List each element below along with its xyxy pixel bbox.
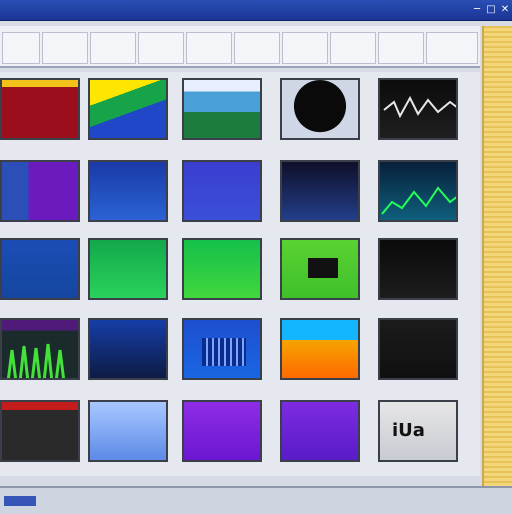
keyboard-icon [202, 338, 246, 366]
tile-caption [280, 304, 360, 312]
thumbnail-tile[interactable] [182, 318, 262, 380]
vertical-ruler[interactable] [482, 26, 512, 486]
thumbnail-tile[interactable] [378, 78, 458, 140]
thumbnail-tile[interactable] [182, 160, 262, 222]
color-block-icon [282, 320, 358, 340]
tile-caption [280, 226, 360, 234]
thumbnail-tile[interactable] [0, 78, 80, 140]
waveform-icon [383, 95, 456, 119]
thumbnail-tile[interactable] [182, 400, 262, 462]
tile-caption [378, 384, 458, 392]
thumbnail-tile[interactable] [88, 318, 168, 380]
tile-caption [182, 304, 262, 312]
tile-caption [280, 384, 360, 392]
toolbar-cell[interactable] [282, 32, 328, 64]
tile-overlay-text: iUa [392, 420, 425, 441]
thumbnail-tile[interactable] [280, 160, 360, 222]
minimize-icon[interactable]: ─ [470, 3, 484, 16]
toolbar-cell[interactable] [330, 32, 376, 64]
thumbnail-tile[interactable] [88, 78, 168, 140]
thumbnail-tile[interactable] [182, 78, 262, 140]
close-icon[interactable]: ✕ [498, 3, 512, 16]
thumbnail-tile[interactable] [280, 238, 360, 300]
grass-icon [6, 343, 66, 378]
toolbar [0, 26, 480, 68]
thumbnail-grid: iUa [0, 72, 480, 476]
tile-caption [280, 144, 360, 152]
thumbnail-tile[interactable] [378, 238, 458, 300]
thumbnail-tile[interactable]: iUa [378, 400, 458, 462]
thumbnail-tile[interactable] [280, 78, 360, 140]
tile-caption [378, 226, 458, 234]
tile-caption [0, 226, 80, 234]
tile-caption [88, 304, 168, 312]
tile-caption [0, 144, 80, 152]
tile-caption [182, 384, 262, 392]
maximize-icon[interactable]: □ [484, 3, 498, 16]
tile-caption [88, 226, 168, 234]
tile-caption [88, 384, 168, 392]
toolbar-cell[interactable] [138, 32, 184, 64]
tile-caption [182, 226, 262, 234]
thumbnail-tile[interactable] [182, 238, 262, 300]
toolbar-cell[interactable] [426, 32, 478, 64]
tile-caption [0, 304, 80, 312]
tile-caption [88, 144, 168, 152]
status-indicator [4, 496, 36, 506]
tile-caption [378, 304, 458, 312]
thumbnail-tile[interactable] [378, 160, 458, 222]
toolbar-cell[interactable] [90, 32, 136, 64]
tile-caption [0, 384, 80, 392]
toolbar-cell[interactable] [378, 32, 424, 64]
thumbnail-tile[interactable] [280, 318, 360, 380]
thumbnail-tile[interactable] [280, 400, 360, 462]
thumbnail-tile[interactable] [0, 318, 80, 380]
tile-caption [378, 144, 458, 152]
toolbar-cell[interactable] [42, 32, 88, 64]
thumbnail-tile[interactable] [0, 400, 80, 462]
graph-icon [381, 186, 456, 215]
status-bar [0, 486, 512, 514]
thumbnail-tile[interactable] [88, 238, 168, 300]
thumbnail-tile[interactable] [88, 160, 168, 222]
toolbar-cell[interactable] [2, 32, 40, 64]
thumbnail-tile[interactable] [88, 400, 168, 462]
thumbnail-tile[interactable] [378, 318, 458, 380]
toolbar-cell[interactable] [186, 32, 232, 64]
title-bar: ─ □ ✕ [0, 0, 512, 21]
toolbar-cell[interactable] [234, 32, 280, 64]
image-icon [308, 258, 338, 278]
thumbnail-tile[interactable] [0, 238, 80, 300]
thumbnail-tile[interactable] [0, 160, 80, 222]
tile-caption [182, 144, 262, 152]
